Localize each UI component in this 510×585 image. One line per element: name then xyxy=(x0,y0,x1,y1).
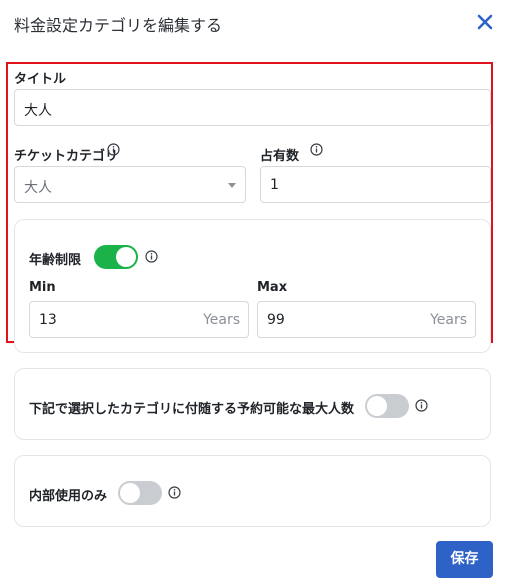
title-label: タイトル xyxy=(14,72,67,87)
min-age-suffix: Years xyxy=(203,312,240,328)
info-icon[interactable] xyxy=(310,143,323,156)
max-age-input[interactable]: 99 Years xyxy=(257,301,476,338)
title-value: 大人 xyxy=(24,103,52,119)
occupancy-label: 占有数 xyxy=(260,149,300,164)
max-age-value: 99 xyxy=(267,312,285,328)
occupancy-value: 1 xyxy=(270,177,279,193)
occupancy-input[interactable]: 1 xyxy=(260,166,491,203)
max-label: Max xyxy=(257,280,288,295)
ticket-category-select[interactable]: 大人 xyxy=(14,166,246,203)
info-icon[interactable] xyxy=(145,250,158,263)
max-people-label: 下記で選択したカテゴリに付随する予約可能な最大人数 xyxy=(29,402,355,417)
min-age-value: 13 xyxy=(39,312,57,328)
chevron-down-icon xyxy=(228,183,236,188)
ticket-category-label: チケットカテゴリ xyxy=(14,149,119,164)
internal-use-label: 内部使用のみ xyxy=(29,489,108,504)
age-limit-label: 年齢制限 xyxy=(29,253,82,268)
info-icon[interactable] xyxy=(168,486,181,499)
age-limit-toggle[interactable] xyxy=(94,245,138,269)
info-icon[interactable] xyxy=(107,143,120,156)
max-people-toggle[interactable] xyxy=(365,394,409,418)
info-icon[interactable] xyxy=(415,399,428,412)
ticket-category-value: 大人 xyxy=(24,180,52,196)
save-button[interactable]: 保存 xyxy=(436,541,493,578)
toggle-knob xyxy=(120,483,140,503)
close-icon[interactable] xyxy=(474,11,496,33)
toggle-knob xyxy=(116,247,136,267)
max-age-suffix: Years xyxy=(430,312,467,328)
dialog-title: 料金設定カテゴリを編集する xyxy=(14,16,223,35)
internal-use-toggle[interactable] xyxy=(118,481,162,505)
min-label: Min xyxy=(29,280,56,295)
toggle-knob xyxy=(367,396,387,416)
title-input[interactable]: 大人 xyxy=(14,89,491,126)
min-age-input[interactable]: 13 Years xyxy=(29,301,249,338)
